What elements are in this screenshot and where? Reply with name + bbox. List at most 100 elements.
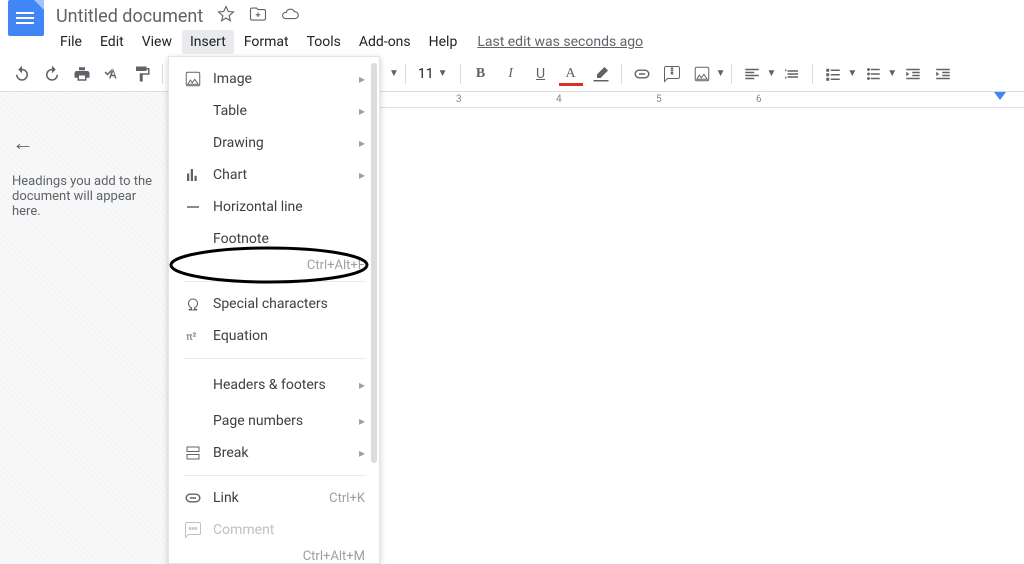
ruler-tick: 4 (556, 94, 562, 105)
chevron-down-icon[interactable]: ▼ (887, 68, 897, 79)
omega-icon (183, 295, 203, 313)
toolbar-separator (731, 64, 732, 84)
submenu-arrow-icon: ▸ (359, 446, 365, 460)
font-size-value: 11 (418, 66, 434, 82)
insert-comment-button[interactable] (658, 60, 686, 88)
menu-file[interactable]: File (52, 30, 90, 54)
toolbar-separator (405, 64, 406, 84)
menu-label: Drawing (213, 135, 359, 151)
insert-image[interactable]: Image ▸ (169, 63, 379, 95)
menu-separator (183, 281, 365, 282)
menu-separator (183, 358, 365, 359)
doc-title[interactable]: Untitled document (50, 6, 203, 27)
outline-back-button[interactable]: ← (12, 130, 158, 156)
undo-button[interactable] (8, 60, 36, 88)
menubar: File Edit View Insert Format Tools Add-o… (0, 28, 1024, 56)
menu-label: Horizontal line (213, 199, 365, 215)
horizontal-line-icon (183, 198, 203, 216)
image-icon (183, 70, 203, 88)
insert-headers-footers[interactable]: Headers & footers ▸ (169, 365, 379, 405)
underline-button[interactable]: U (527, 60, 555, 88)
chevron-down-icon[interactable]: ▼ (847, 68, 857, 79)
menu-insert[interactable]: Insert (182, 30, 234, 54)
toolbar-separator (812, 64, 813, 84)
align-button[interactable] (738, 60, 766, 88)
chevron-down-icon[interactable]: ▼ (716, 68, 726, 79)
font-size-field[interactable]: 11 ▼ (412, 66, 454, 82)
insert-equation[interactable]: π² Equation (169, 320, 379, 352)
menu-addons[interactable]: Add-ons (351, 30, 419, 54)
submenu-arrow-icon: ▸ (359, 168, 365, 182)
svg-text:π²: π² (186, 330, 196, 343)
submenu-arrow-icon: ▸ (359, 378, 365, 392)
decrease-indent-button[interactable] (899, 60, 927, 88)
menu-view[interactable]: View (134, 30, 180, 54)
spellcheck-button[interactable] (98, 60, 126, 88)
insert-horizontal-line[interactable]: Horizontal line (169, 191, 379, 223)
insert-image-button[interactable] (688, 60, 716, 88)
menu-separator (183, 475, 365, 476)
insert-link-button[interactable] (628, 60, 656, 88)
cloud-status-icon[interactable] (281, 5, 299, 27)
paint-format-button[interactable] (128, 60, 156, 88)
toolbar-separator (162, 64, 163, 84)
footnote-shortcut: Ctrl+Alt+F (169, 255, 379, 275)
menu-help[interactable]: Help (421, 30, 466, 54)
menu-label: Comment (213, 522, 365, 538)
menu-label: Equation (213, 328, 365, 344)
bulleted-list-button[interactable] (859, 60, 887, 88)
menu-tools[interactable]: Tools (299, 30, 349, 54)
bold-button[interactable]: B (467, 60, 495, 88)
insert-drawing[interactable]: Drawing ▸ (169, 127, 379, 159)
toolbar-separator (621, 64, 622, 84)
insert-page-numbers[interactable]: Page numbers ▸ (169, 405, 379, 437)
ruler-right-marker[interactable] (994, 92, 1006, 100)
outline-hint: Headings you add to the document will ap… (12, 174, 158, 219)
redo-button[interactable] (38, 60, 66, 88)
insert-special-characters[interactable]: Special characters (169, 288, 379, 320)
insert-comment: Comment (169, 514, 379, 546)
star-icon[interactable] (217, 5, 235, 27)
submenu-arrow-icon: ▸ (359, 104, 365, 118)
highlight-button[interactable] (587, 60, 615, 88)
increase-indent-button[interactable] (929, 60, 957, 88)
ruler-tick: 5 (656, 94, 662, 105)
menu-label: Link (213, 490, 329, 506)
comment-shortcut: Ctrl+Alt+M (169, 546, 379, 564)
insert-link[interactable]: Link Ctrl+K (169, 482, 379, 514)
insert-chart[interactable]: Chart ▸ (169, 159, 379, 191)
style-caret-icon[interactable]: ▼ (389, 68, 399, 79)
menu-label: Special characters (213, 296, 365, 312)
toolbar: ▼ 11 ▼ B I U A ▼ ▼ ▼ ▼ (0, 56, 1024, 92)
menu-label: Footnote (213, 231, 365, 247)
italic-button[interactable]: I (497, 60, 525, 88)
move-icon[interactable] (249, 5, 267, 27)
chevron-down-icon[interactable]: ▼ (766, 68, 776, 79)
line-spacing-button[interactable] (778, 60, 806, 88)
menu-format[interactable]: Format (236, 30, 297, 54)
chevron-down-icon: ▼ (438, 68, 448, 79)
menu-label: Headers & footers (213, 377, 359, 393)
ruler-tick: 6 (756, 94, 762, 105)
break-icon (183, 444, 203, 462)
print-button[interactable] (68, 60, 96, 88)
insert-footnote[interactable]: Footnote (169, 223, 379, 255)
docs-logo[interactable] (8, 0, 44, 36)
outline-panel: ← Headings you add to the document will … (0, 92, 170, 564)
menu-label: Table (213, 103, 359, 119)
insert-table[interactable]: Table ▸ (169, 95, 379, 127)
text-color-button[interactable]: A (557, 60, 585, 88)
submenu-arrow-icon: ▸ (359, 72, 365, 86)
menu-label: Image (213, 71, 359, 87)
submenu-arrow-icon: ▸ (359, 414, 365, 428)
comment-icon (183, 521, 203, 539)
shortcut-text: Ctrl+Alt+F (307, 258, 365, 273)
insert-menu-dropdown: Image ▸ Table ▸ Drawing ▸ Chart ▸ Horizo… (168, 56, 380, 564)
shortcut-text: Ctrl+Alt+M (303, 549, 365, 564)
last-edit-link[interactable]: Last edit was seconds ago (477, 34, 643, 50)
menu-edit[interactable]: Edit (92, 30, 132, 54)
insert-break[interactable]: Break ▸ (169, 437, 379, 469)
ruler-tick: 3 (456, 94, 462, 105)
checklist-button[interactable] (819, 60, 847, 88)
menu-label: Page numbers (213, 413, 359, 429)
